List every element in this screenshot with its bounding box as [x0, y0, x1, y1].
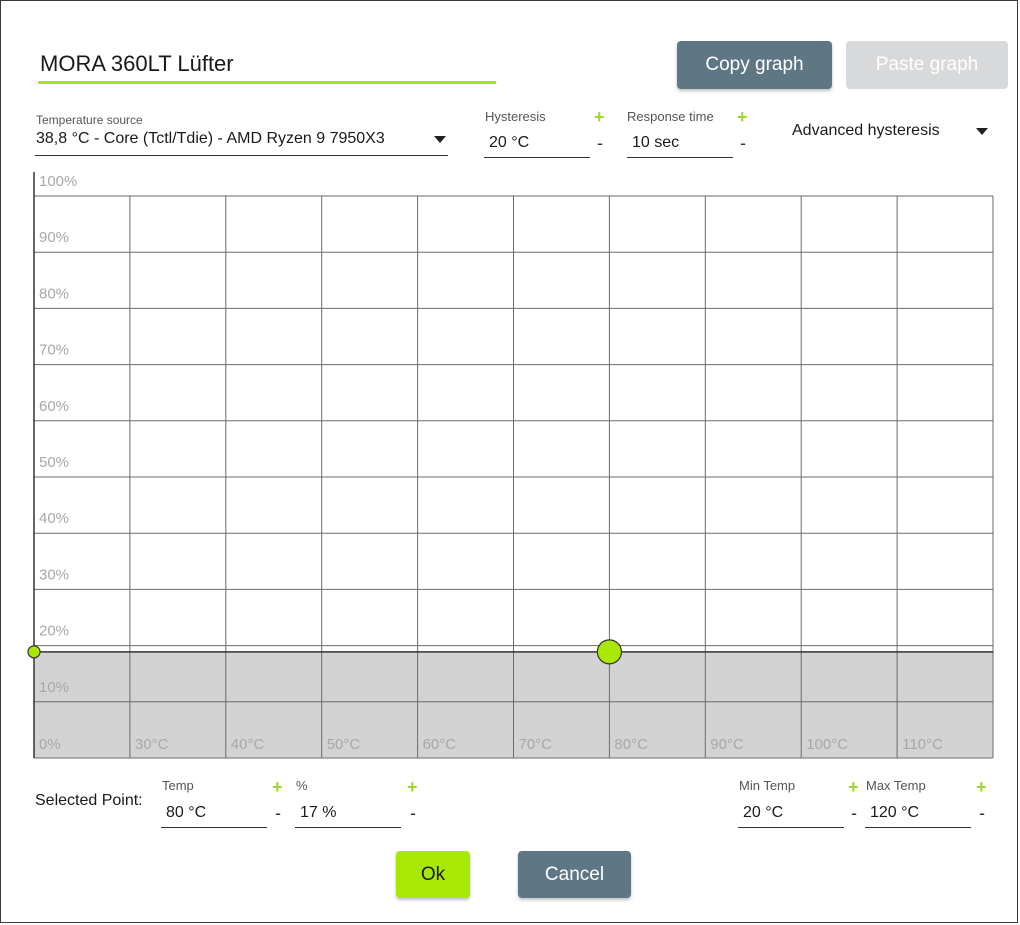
response-time-input[interactable]: 10 sec [627, 130, 733, 158]
max-temp-input[interactable]: 120 °C [865, 800, 971, 828]
response-time-value: 10 sec [632, 134, 680, 151]
x-tick-label: 80°C [614, 736, 648, 753]
min-temp-minus-button[interactable]: - [851, 804, 857, 822]
temp-value: 80 °C [166, 804, 207, 821]
x-tick-label: 30°C [135, 736, 169, 753]
fan-name-input[interactable]: MORA 360LT Lüfter [38, 48, 496, 84]
curve-point[interactable] [27, 645, 41, 659]
temperature-source-label: Temperature source [36, 113, 143, 127]
hysteresis-label: Hysteresis [485, 109, 546, 124]
y-tick-label: 10% [39, 679, 69, 696]
y-tick-label: 90% [39, 229, 69, 246]
min-temp-plus-button[interactable]: + [848, 778, 859, 796]
advanced-hysteresis-toggle[interactable]: Advanced hysteresis [792, 121, 997, 143]
advanced-hysteresis-label: Advanced hysteresis [792, 122, 940, 139]
response-time-label: Response time [627, 109, 714, 124]
y-tick-label: 50% [39, 454, 69, 471]
percent-value: 17 % [300, 804, 337, 821]
max-temp-value: 120 °C [870, 804, 920, 821]
temp-plus-button[interactable]: + [272, 778, 283, 796]
response-time-plus-button[interactable]: + [737, 108, 748, 126]
percent-input[interactable]: 17 % [295, 800, 401, 828]
x-tick-label: 0% [39, 736, 61, 753]
ok-button[interactable]: Ok [396, 851, 470, 898]
x-tick-label: 40°C [231, 736, 265, 753]
x-tick-label: 60°C [423, 736, 457, 753]
hysteresis-value: 20 °C [489, 134, 530, 151]
x-tick-label: 110°C [902, 736, 943, 753]
y-tick-label: 60% [39, 398, 69, 415]
x-tick-label: 50°C [327, 736, 361, 753]
chevron-down-icon [976, 128, 988, 135]
temp-input[interactable]: 80 °C [161, 800, 267, 828]
percent-label: % [296, 778, 308, 793]
fan-curve-chart[interactable]: 100% 90% 80% 70% 60% 50% 40% 30% 20% 10% 0% 30°C 40°… [0, 160, 1020, 770]
x-tick-label: 70°C [519, 736, 553, 753]
hysteresis-plus-button[interactable]: + [594, 108, 605, 126]
y-tick-label: 30% [39, 566, 69, 583]
cancel-button[interactable]: Cancel [518, 851, 631, 898]
y-tick-label: 20% [39, 623, 69, 640]
min-temp-input[interactable]: 20 °C [738, 800, 844, 828]
selected-point-label: Selected Point: [35, 792, 143, 809]
hysteresis-minus-button[interactable]: - [597, 134, 603, 152]
chevron-down-icon [434, 136, 446, 143]
temperature-source-value: 38,8 °C - Core (Tctl/Tdie) - AMD Ryzen 9… [36, 130, 385, 147]
percent-plus-button[interactable]: + [407, 778, 418, 796]
response-time-minus-button[interactable]: - [740, 134, 746, 152]
max-temp-label: Max Temp [866, 778, 926, 793]
max-temp-plus-button[interactable]: + [976, 778, 987, 796]
x-tick-label: 100°C [806, 736, 848, 753]
paste-graph-button[interactable]: Paste graph [846, 41, 1008, 89]
hysteresis-input[interactable]: 20 °C [484, 130, 590, 158]
copy-graph-button[interactable]: Copy graph [677, 41, 832, 89]
curve-point-selected[interactable] [596, 639, 623, 665]
max-temp-minus-button[interactable]: - [979, 804, 985, 822]
x-tick-label: 90°C [710, 736, 744, 753]
min-temp-label: Min Temp [739, 778, 796, 793]
y-tick-label: 70% [39, 342, 69, 359]
y-tick-label: 40% [39, 510, 69, 527]
temp-label: Temp [162, 778, 194, 793]
temp-minus-button[interactable]: - [275, 804, 281, 822]
y-tick-label: 100% [39, 173, 77, 190]
temperature-source-select[interactable]: 38,8 °C - Core (Tctl/Tdie) - AMD Ryzen 9… [35, 128, 448, 156]
percent-minus-button[interactable]: - [410, 804, 416, 822]
min-temp-value: 20 °C [743, 804, 784, 821]
y-tick-label: 80% [39, 285, 69, 302]
